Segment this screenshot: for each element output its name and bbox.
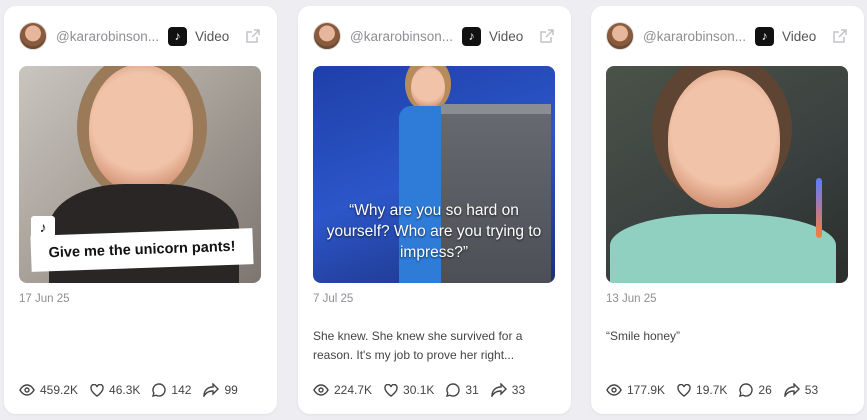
heart-icon bbox=[90, 383, 104, 397]
thumbnail-shirt bbox=[610, 214, 836, 283]
card-header: @kararobinson... ♪ Video bbox=[19, 21, 262, 51]
shares-count: 33 bbox=[511, 383, 526, 397]
likes-count: 46.3K bbox=[109, 383, 141, 397]
post-stats: 177.9K 19.7K 26 53 bbox=[606, 380, 849, 400]
media-type-label: Video bbox=[195, 28, 230, 44]
external-link-icon[interactable] bbox=[538, 27, 556, 45]
eye-icon bbox=[606, 384, 622, 396]
thumbnail-face bbox=[89, 66, 193, 192]
shares-count: 99 bbox=[224, 383, 238, 397]
comments-count: 31 bbox=[465, 383, 479, 397]
post-card[interactable]: @kararobinson... ♪ Video 13 Jun 25 “Smil… bbox=[591, 6, 864, 414]
views-stat: 177.9K bbox=[606, 383, 665, 397]
avatar[interactable] bbox=[606, 22, 634, 50]
thumbnail-face bbox=[668, 70, 780, 208]
likes-count: 30.1K bbox=[403, 383, 435, 397]
media-type-label: Video bbox=[782, 28, 817, 44]
views-stat: 459.2K bbox=[19, 383, 78, 397]
post-date: 7 Jul 25 bbox=[313, 293, 354, 305]
heart-icon bbox=[677, 383, 691, 397]
post-card[interactable]: @kararobinson... ♪ Video ♪ Give me the u… bbox=[4, 6, 277, 414]
post-stats: 459.2K 46.3K 142 99 bbox=[19, 380, 262, 400]
likes-stat: 46.3K bbox=[90, 383, 140, 397]
shares-stat: 99 bbox=[203, 383, 238, 397]
video-thumbnail[interactable]: ♪ Give me the unicorn pants! bbox=[19, 66, 261, 283]
post-date: 17 Jun 25 bbox=[19, 293, 70, 305]
avatar[interactable] bbox=[19, 22, 47, 50]
comments-stat: 31 bbox=[446, 383, 479, 397]
heart-icon bbox=[384, 383, 398, 397]
video-thumbnail[interactable]: “Why are you so hard on yourself? Who ar… bbox=[313, 66, 555, 283]
thumbnail-overlay-text: “Why are you so hard on yourself? Who ar… bbox=[326, 202, 542, 261]
thumbnail-face bbox=[411, 66, 445, 108]
eye-icon bbox=[19, 384, 35, 396]
shares-stat: 33 bbox=[491, 383, 525, 397]
post-description: She knew. She knew she survived for a re… bbox=[313, 329, 523, 362]
likes-stat: 30.1K bbox=[384, 383, 434, 397]
external-link-icon[interactable] bbox=[831, 27, 849, 45]
comment-icon bbox=[446, 383, 461, 397]
shares-stat: 53 bbox=[784, 383, 818, 397]
author-handle[interactable]: @kararobinson... bbox=[56, 29, 162, 44]
comments-count: 142 bbox=[171, 383, 192, 397]
external-link-icon[interactable] bbox=[244, 27, 262, 45]
card-header: @kararobinson... ♪ Video bbox=[606, 21, 849, 51]
author-handle[interactable]: @kararobinson... bbox=[643, 29, 749, 44]
views-count: 177.9K bbox=[627, 383, 666, 397]
tiktok-icon: ♪ bbox=[462, 26, 481, 46]
media-type-label: Video bbox=[489, 28, 524, 44]
likes-count: 19.7K bbox=[696, 383, 728, 397]
share-icon bbox=[784, 383, 800, 397]
comments-stat: 142 bbox=[152, 383, 191, 397]
comment-icon bbox=[152, 383, 167, 397]
avatar[interactable] bbox=[313, 22, 341, 50]
likes-stat: 19.7K bbox=[677, 383, 727, 397]
post-description: “Smile honey” bbox=[606, 329, 681, 343]
tiktok-icon: ♪ bbox=[755, 26, 774, 46]
views-stat: 224.7K bbox=[313, 383, 372, 397]
views-count: 459.2K bbox=[40, 383, 79, 397]
thumbnail-lamp bbox=[816, 178, 822, 238]
comments-stat: 26 bbox=[739, 383, 772, 397]
eye-icon bbox=[313, 384, 329, 396]
author-handle[interactable]: @kararobinson... bbox=[350, 29, 456, 44]
comments-count: 26 bbox=[758, 383, 772, 397]
tiktok-icon: ♪ bbox=[168, 26, 187, 46]
share-icon bbox=[203, 383, 220, 397]
video-thumbnail[interactable] bbox=[606, 66, 848, 283]
shares-count: 53 bbox=[804, 383, 819, 397]
views-count: 224.7K bbox=[334, 383, 373, 397]
post-date: 13 Jun 25 bbox=[606, 293, 657, 305]
post-stats: 224.7K 30.1K 31 33 bbox=[313, 380, 556, 400]
post-card[interactable]: @kararobinson... ♪ Video “Why are you so… bbox=[298, 6, 571, 414]
card-header: @kararobinson... ♪ Video bbox=[313, 21, 556, 51]
comment-icon bbox=[739, 383, 754, 397]
share-icon bbox=[491, 383, 507, 397]
